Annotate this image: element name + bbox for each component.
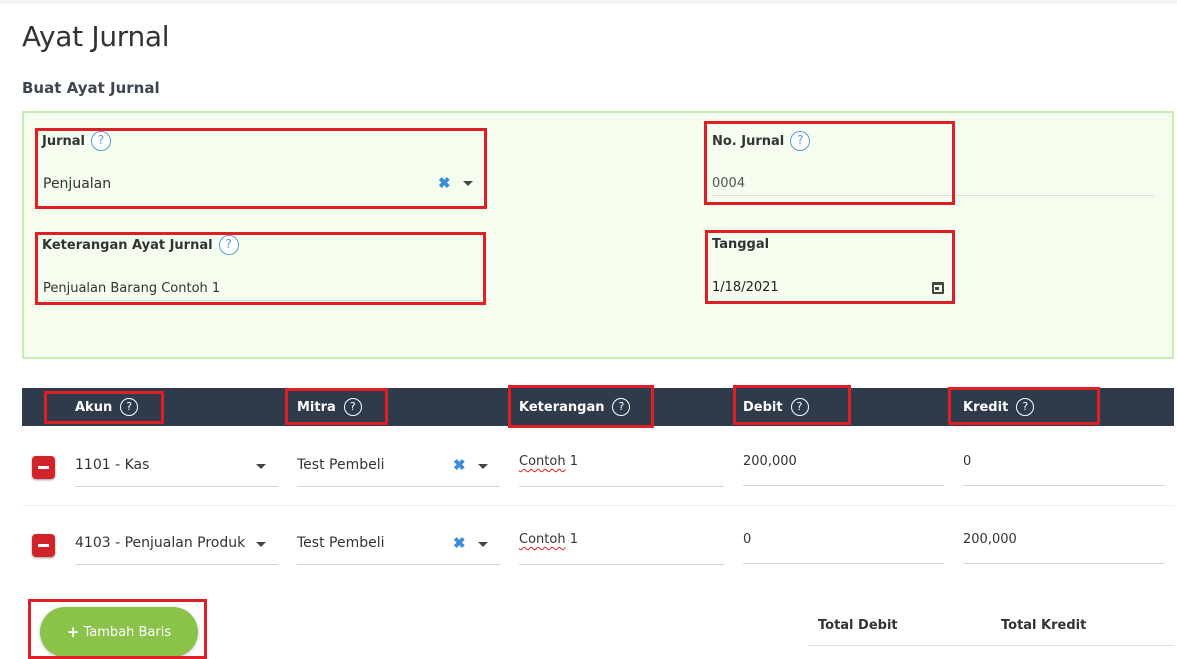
kredit-input[interactable]: 0 [963, 454, 971, 469]
highlight-no-jurnal [704, 121, 955, 205]
chevron-down-icon[interactable] [478, 464, 488, 469]
highlight-akun [44, 391, 164, 424]
section-title: Buat Ayat Jurnal [22, 79, 160, 97]
keterangan-cell-underline [519, 486, 724, 487]
highlight-debit [733, 385, 851, 425]
keterangan-number: 1 [565, 454, 578, 469]
keterangan-word: Contoh [519, 454, 566, 469]
page-title: Ayat Jurnal [22, 20, 170, 53]
akun-underline [75, 564, 278, 565]
debit-underline [743, 563, 944, 564]
highlight-jurnal [35, 128, 487, 209]
row-divider [22, 505, 1174, 506]
total-debit-label: Total Debit [818, 618, 898, 633]
akun-select[interactable]: 1101 - Kas [75, 457, 149, 473]
total-kredit-label: Total Kredit [1001, 618, 1087, 633]
clear-icon[interactable]: ✖ [453, 534, 466, 552]
highlight-mitra [285, 388, 388, 425]
chevron-down-icon[interactable] [256, 464, 266, 469]
mitra-underline [297, 486, 500, 487]
highlight-tanggal [705, 230, 955, 304]
akun-select[interactable]: 4103 - Penjualan Produk [75, 535, 245, 551]
highlight-keterangan-col [508, 385, 654, 428]
keterangan-number: 1 [565, 532, 578, 547]
kredit-underline [963, 485, 1165, 486]
kredit-input[interactable]: 200,000 [963, 532, 1017, 547]
keterangan-cell-input[interactable]: Contoh 1 [519, 532, 578, 547]
keterangan-cell-input[interactable]: Contoh 1 [519, 454, 578, 469]
mitra-underline [297, 564, 500, 565]
keterangan-word: Contoh [519, 532, 566, 547]
totals-divider [808, 645, 1174, 646]
debit-input[interactable]: 200,000 [743, 454, 797, 469]
debit-input[interactable]: 0 [743, 532, 751, 547]
akun-underline [75, 486, 278, 487]
keterangan-cell-underline [519, 564, 724, 565]
kredit-underline [963, 563, 1165, 564]
highlight-keterangan [35, 232, 486, 305]
highlight-kredit [948, 387, 1100, 425]
top-bar [0, 0, 1177, 4]
highlight-add-row [28, 599, 207, 659]
clear-icon[interactable]: ✖ [453, 456, 466, 474]
mitra-select[interactable]: Test Pembeli [297, 457, 385, 473]
remove-row-button[interactable] [32, 456, 55, 479]
mitra-select[interactable]: Test Pembeli [297, 535, 385, 551]
chevron-down-icon[interactable] [256, 542, 266, 547]
remove-row-button[interactable] [32, 534, 55, 557]
chevron-down-icon[interactable] [478, 542, 488, 547]
debit-underline [743, 485, 944, 486]
